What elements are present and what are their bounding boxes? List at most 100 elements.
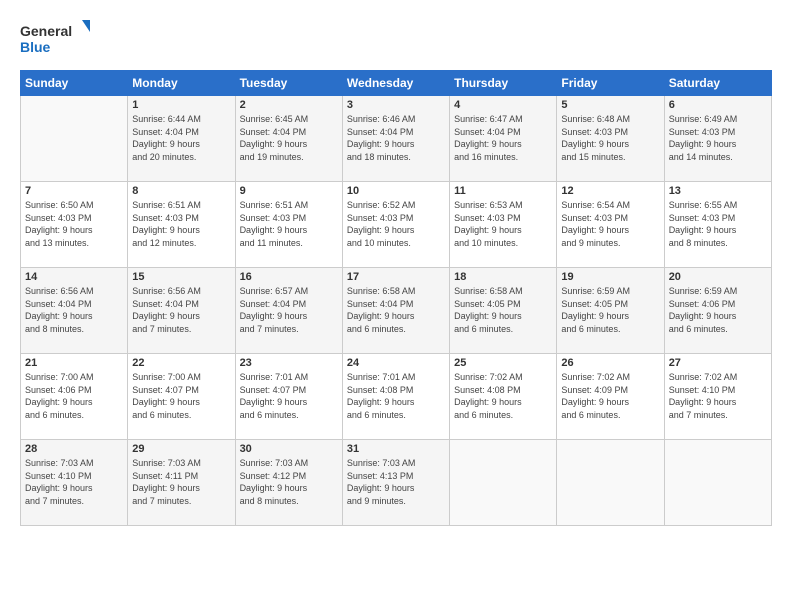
calendar-cell: 18 Sunrise: 6:58 AM Sunset: 4:05 PM Dayli… xyxy=(450,268,557,354)
logo-svg: General Blue xyxy=(20,18,90,58)
day-number: 18 xyxy=(454,271,552,283)
day-number: 9 xyxy=(240,185,338,197)
header: General Blue xyxy=(20,18,772,58)
calendar-cell: 30 Sunrise: 7:03 AM Sunset: 4:12 PM Dayli… xyxy=(235,440,342,526)
day-number: 16 xyxy=(240,271,338,283)
day-number: 11 xyxy=(454,185,552,197)
day-number: 28 xyxy=(25,443,123,455)
calendar-cell: 15 Sunrise: 6:56 AM Sunset: 4:04 PM Dayli… xyxy=(128,268,235,354)
calendar-cell: 25 Sunrise: 7:02 AM Sunset: 4:08 PM Dayli… xyxy=(450,354,557,440)
calendar-cell: 6Sunrise: 6:49 AM Sunset: 4:03 PM Daylig… xyxy=(664,96,771,182)
day-info: Sunrise: 6:54 AM Sunset: 4:03 PM Dayligh… xyxy=(561,199,659,249)
week-row-3: 14 Sunrise: 6:56 AM Sunset: 4:04 PM Dayli… xyxy=(21,268,772,354)
day-info: Sunrise: 6:51 AM Sunset: 4:03 PM Dayligh… xyxy=(240,199,338,249)
day-number: 5 xyxy=(561,99,659,111)
day-number: 25 xyxy=(454,357,552,369)
calendar-cell xyxy=(557,440,664,526)
day-number: 30 xyxy=(240,443,338,455)
day-number: 26 xyxy=(561,357,659,369)
calendar-cell: 27 Sunrise: 7:02 AM Sunset: 4:10 PM Dayli… xyxy=(664,354,771,440)
calendar-cell: 4Sunrise: 6:47 AM Sunset: 4:04 PM Daylig… xyxy=(450,96,557,182)
calendar-cell: 7 Sunrise: 6:50 AM Sunset: 4:03 PM Daylig… xyxy=(21,182,128,268)
day-number: 27 xyxy=(669,357,767,369)
calendar-cell xyxy=(664,440,771,526)
day-info: Sunrise: 6:51 AM Sunset: 4:03 PM Dayligh… xyxy=(132,199,230,249)
day-number: 29 xyxy=(132,443,230,455)
day-info: Sunrise: 6:56 AM Sunset: 4:04 PM Dayligh… xyxy=(132,285,230,335)
calendar-cell: 19Sunrise: 6:59 AM Sunset: 4:05 PM Dayli… xyxy=(557,268,664,354)
day-info: Sunrise: 6:53 AM Sunset: 4:03 PM Dayligh… xyxy=(454,199,552,249)
day-info: Sunrise: 7:02 AM Sunset: 4:09 PM Dayligh… xyxy=(561,371,659,421)
week-row-5: 28 Sunrise: 7:03 AM Sunset: 4:10 PM Dayli… xyxy=(21,440,772,526)
day-info: Sunrise: 7:02 AM Sunset: 4:10 PM Dayligh… xyxy=(669,371,767,421)
day-info: Sunrise: 6:56 AM Sunset: 4:04 PM Dayligh… xyxy=(25,285,123,335)
day-info: Sunrise: 7:03 AM Sunset: 4:13 PM Dayligh… xyxy=(347,457,445,507)
header-friday: Friday xyxy=(557,71,664,96)
calendar-cell: 21 Sunrise: 7:00 AM Sunset: 4:06 PM Dayli… xyxy=(21,354,128,440)
calendar-cell: 11 Sunrise: 6:53 AM Sunset: 4:03 PM Dayli… xyxy=(450,182,557,268)
day-number: 10 xyxy=(347,185,445,197)
header-tuesday: Tuesday xyxy=(235,71,342,96)
day-number: 13 xyxy=(669,185,767,197)
day-info: Sunrise: 6:59 AM Sunset: 4:05 PM Dayligh… xyxy=(561,285,659,335)
calendar-cell: 2 Sunrise: 6:45 AM Sunset: 4:04 PM Daylig… xyxy=(235,96,342,182)
calendar-cell: 9 Sunrise: 6:51 AM Sunset: 4:03 PM Daylig… xyxy=(235,182,342,268)
day-number: 6 xyxy=(669,99,767,111)
svg-text:Blue: Blue xyxy=(20,39,51,55)
calendar-cell: 12Sunrise: 6:54 AM Sunset: 4:03 PM Dayli… xyxy=(557,182,664,268)
day-info: Sunrise: 7:01 AM Sunset: 4:08 PM Dayligh… xyxy=(347,371,445,421)
header-thursday: Thursday xyxy=(450,71,557,96)
day-number: 2 xyxy=(240,99,338,111)
day-info: Sunrise: 6:46 AM Sunset: 4:04 PM Dayligh… xyxy=(347,113,445,163)
calendar-cell: 3 Sunrise: 6:46 AM Sunset: 4:04 PM Daylig… xyxy=(342,96,449,182)
day-info: Sunrise: 7:03 AM Sunset: 4:10 PM Dayligh… xyxy=(25,457,123,507)
day-info: Sunrise: 6:45 AM Sunset: 4:04 PM Dayligh… xyxy=(240,113,338,163)
day-info: Sunrise: 7:00 AM Sunset: 4:07 PM Dayligh… xyxy=(132,371,230,421)
day-info: Sunrise: 6:50 AM Sunset: 4:03 PM Dayligh… xyxy=(25,199,123,249)
day-info: Sunrise: 7:01 AM Sunset: 4:07 PM Dayligh… xyxy=(240,371,338,421)
logo: General Blue xyxy=(20,18,90,58)
day-info: Sunrise: 6:58 AM Sunset: 4:04 PM Dayligh… xyxy=(347,285,445,335)
day-number: 21 xyxy=(25,357,123,369)
day-number: 14 xyxy=(25,271,123,283)
day-number: 24 xyxy=(347,357,445,369)
day-info: Sunrise: 6:58 AM Sunset: 4:05 PM Dayligh… xyxy=(454,285,552,335)
day-info: Sunrise: 6:55 AM Sunset: 4:03 PM Dayligh… xyxy=(669,199,767,249)
week-row-2: 7 Sunrise: 6:50 AM Sunset: 4:03 PM Daylig… xyxy=(21,182,772,268)
header-wednesday: Wednesday xyxy=(342,71,449,96)
calendar-cell: 10 Sunrise: 6:52 AM Sunset: 4:03 PM Dayli… xyxy=(342,182,449,268)
svg-text:General: General xyxy=(20,23,72,39)
day-info: Sunrise: 6:44 AM Sunset: 4:04 PM Dayligh… xyxy=(132,113,230,163)
calendar-cell: 17 Sunrise: 6:58 AM Sunset: 4:04 PM Dayli… xyxy=(342,268,449,354)
calendar-cell: 26 Sunrise: 7:02 AM Sunset: 4:09 PM Dayli… xyxy=(557,354,664,440)
day-info: Sunrise: 7:02 AM Sunset: 4:08 PM Dayligh… xyxy=(454,371,552,421)
day-info: Sunrise: 7:03 AM Sunset: 4:12 PM Dayligh… xyxy=(240,457,338,507)
day-number: 17 xyxy=(347,271,445,283)
week-row-1: 1 Sunrise: 6:44 AM Sunset: 4:04 PM Daylig… xyxy=(21,96,772,182)
main-container: General Blue SundayMondayTuesdayWednesda… xyxy=(0,0,792,536)
header-monday: Monday xyxy=(128,71,235,96)
calendar-cell: 22 Sunrise: 7:00 AM Sunset: 4:07 PM Dayli… xyxy=(128,354,235,440)
calendar-cell: 14 Sunrise: 6:56 AM Sunset: 4:04 PM Dayli… xyxy=(21,268,128,354)
day-number: 7 xyxy=(25,185,123,197)
header-saturday: Saturday xyxy=(664,71,771,96)
day-number: 1 xyxy=(132,99,230,111)
day-number: 22 xyxy=(132,357,230,369)
calendar-header-row: SundayMondayTuesdayWednesdayThursdayFrid… xyxy=(21,71,772,96)
day-number: 20 xyxy=(669,271,767,283)
day-number: 15 xyxy=(132,271,230,283)
day-info: Sunrise: 6:59 AM Sunset: 4:06 PM Dayligh… xyxy=(669,285,767,335)
calendar-cell: 13 Sunrise: 6:55 AM Sunset: 4:03 PM Dayli… xyxy=(664,182,771,268)
day-info: Sunrise: 6:47 AM Sunset: 4:04 PM Dayligh… xyxy=(454,113,552,163)
day-info: Sunrise: 7:00 AM Sunset: 4:06 PM Dayligh… xyxy=(25,371,123,421)
calendar-table: SundayMondayTuesdayWednesdayThursdayFrid… xyxy=(20,70,772,526)
calendar-cell: 8 Sunrise: 6:51 AM Sunset: 4:03 PM Daylig… xyxy=(128,182,235,268)
calendar-cell: 28 Sunrise: 7:03 AM Sunset: 4:10 PM Dayli… xyxy=(21,440,128,526)
day-number: 3 xyxy=(347,99,445,111)
calendar-cell xyxy=(450,440,557,526)
calendar-cell: 31 Sunrise: 7:03 AM Sunset: 4:13 PM Dayli… xyxy=(342,440,449,526)
header-sunday: Sunday xyxy=(21,71,128,96)
day-number: 8 xyxy=(132,185,230,197)
day-info: Sunrise: 6:52 AM Sunset: 4:03 PM Dayligh… xyxy=(347,199,445,249)
day-number: 31 xyxy=(347,443,445,455)
